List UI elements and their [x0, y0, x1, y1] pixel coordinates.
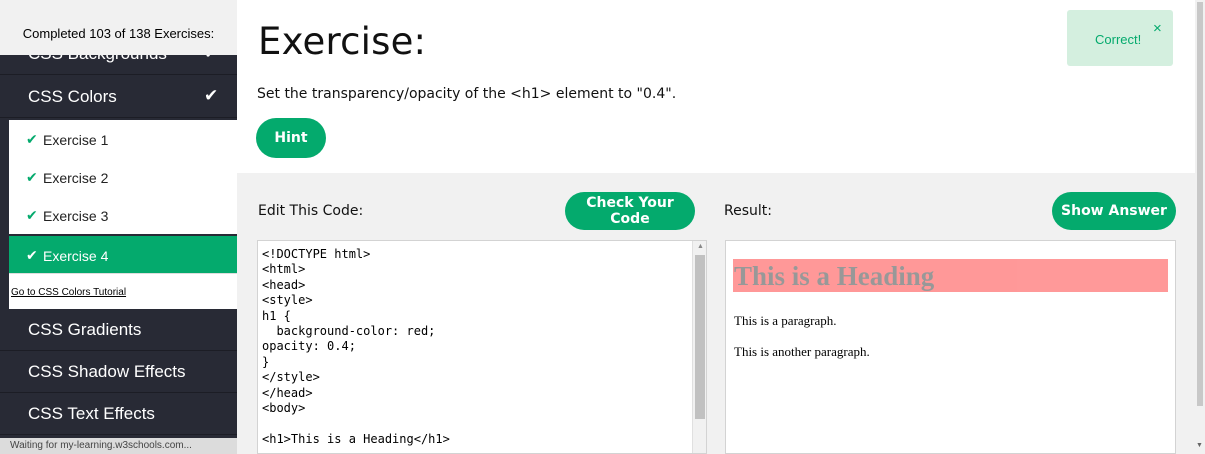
tutorial-link-row: Go to CSS Colors Tutorial [9, 273, 237, 309]
show-answer-button[interactable]: Show Answer [1052, 192, 1176, 230]
tutorial-link[interactable]: Go to CSS Colors Tutorial [11, 287, 126, 298]
check-code-button[interactable]: Check Your Code [565, 192, 695, 230]
hint-button[interactable]: Hint [256, 118, 326, 158]
edit-code-label: Edit This Code: [258, 203, 364, 219]
sidebar-item-label: CSS Gradients [28, 320, 142, 339]
exercise-label: Exercise 4 [43, 248, 109, 264]
code-scroll-thumb[interactable] [695, 255, 705, 419]
exercise-instruction: Set the transparency/opacity of the <h1>… [257, 86, 677, 102]
check-icon: ✔ [26, 169, 38, 185]
exercise-item-3[interactable]: ✔ Exercise 3 [9, 196, 237, 234]
exercise-item-1[interactable]: ✔ Exercise 1 [9, 120, 237, 158]
exercise-item-4[interactable]: ✔ Exercise 4 [9, 236, 237, 274]
exercise-item-2[interactable]: ✔ Exercise 2 [9, 158, 237, 196]
code-text[interactable]: <!DOCTYPE html> <html> <head> <style> h1… [262, 247, 450, 447]
page-scrollbar[interactable]: ▼ [1195, 0, 1205, 454]
exercise-header: Exercise: Set the transparency/opacity o… [237, 0, 1195, 173]
progress-header: Completed 103 of 138 Exercises: [0, 0, 237, 55]
scroll-down-arrow-icon[interactable]: ▼ [1196, 442, 1203, 449]
result-paragraph: This is another paragraph. [734, 344, 870, 359]
check-icon: ✔ [26, 207, 38, 223]
status-bar: Waiting for my-learning.w3schools.com... [0, 438, 237, 454]
sidebar-item-label: CSS Colors [28, 87, 117, 106]
check-icon: ✔ [26, 247, 38, 263]
progress-text: Completed 103 of 138 Exercises: [22, 26, 215, 41]
toast-message: Correct! [1095, 32, 1142, 47]
code-scrollbar[interactable]: ▲ [692, 241, 706, 453]
exercise-label: Exercise 1 [43, 132, 109, 148]
scroll-up-arrow-icon[interactable]: ▲ [697, 243, 704, 250]
sidebar-item-label: CSS Shadow Effects [28, 362, 186, 381]
sidebar: Completed 103 of 138 Exercises: CSS Back… [0, 0, 237, 454]
exercise-label: Exercise 2 [43, 170, 109, 186]
code-editor[interactable]: <!DOCTYPE html> <html> <head> <style> h1… [257, 240, 707, 454]
check-icon: ✔ [26, 131, 38, 147]
result-paragraph: This is a paragraph. [734, 313, 837, 328]
sidebar-item-label: CSS Text Effects [28, 404, 155, 423]
result-frame: This is a Heading This is a paragraph. T… [725, 240, 1176, 454]
exercise-workspace: Edit This Code: Check Your Code Result: … [237, 173, 1195, 454]
sidebar-item-css-gradients[interactable]: CSS Gradients [0, 309, 237, 351]
success-toast: Correct! × [1067, 10, 1173, 66]
check-icon: ✔ [204, 86, 219, 105]
sidebar-item-css-colors[interactable]: CSS Colors ✔ [0, 76, 237, 118]
result-label: Result: [724, 203, 772, 219]
close-icon[interactable]: × [1153, 20, 1162, 37]
sidebar-item-css-shadow-effects[interactable]: CSS Shadow Effects [0, 351, 237, 393]
sidebar-item-css-text-effects[interactable]: CSS Text Effects [0, 393, 237, 435]
page-title: Exercise: [258, 20, 427, 63]
exercise-label: Exercise 3 [43, 208, 109, 224]
result-heading: This is a Heading [733, 259, 1168, 292]
page-scroll-thumb[interactable] [1197, 2, 1203, 406]
